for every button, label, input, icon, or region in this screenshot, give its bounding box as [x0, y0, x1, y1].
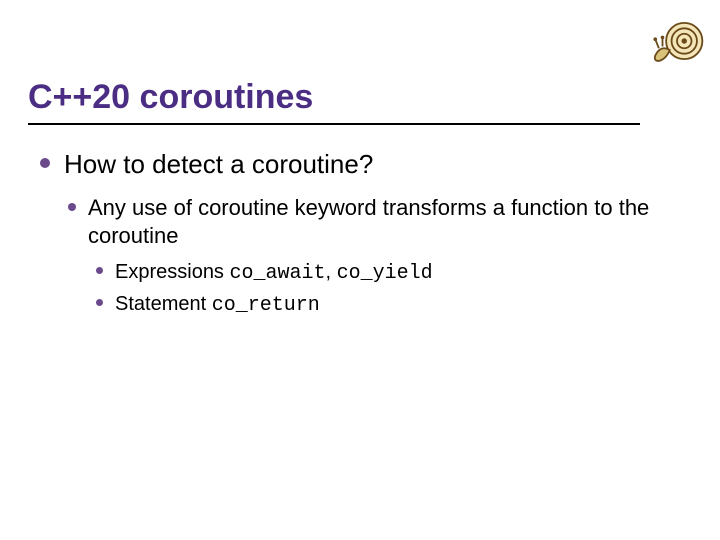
code-token: co_yield	[337, 262, 433, 285]
title-underline: C++20 coroutines	[28, 78, 640, 125]
text-prefix: Expressions	[115, 261, 230, 283]
list-item: Statement co_return	[96, 291, 680, 319]
slide: C++20 coroutines How to detect a corouti…	[0, 0, 720, 540]
snail-logo-icon	[648, 12, 706, 70]
bullet-text: Any use of coroutine keyword transforms …	[88, 194, 680, 251]
bullet-icon	[68, 203, 76, 211]
bullet-icon	[40, 158, 50, 168]
text-sep: ,	[326, 261, 337, 283]
bullet-text: Expressions co_await, co_yield	[115, 259, 680, 287]
list-item: Any use of coroutine keyword transforms …	[68, 194, 680, 319]
text-prefix: Statement	[115, 293, 212, 315]
code-token: co_return	[212, 294, 320, 317]
bullet-icon	[96, 299, 103, 306]
bullet-text: Statement co_return	[115, 291, 680, 319]
list-item: How to detect a coroutine? Any use of co…	[40, 148, 680, 319]
bullet-text: How to detect a coroutine?	[64, 148, 680, 182]
slide-content: How to detect a coroutine? Any use of co…	[40, 148, 680, 329]
code-token: co_await	[230, 262, 326, 285]
bullet-icon	[96, 267, 103, 274]
list-item: Expressions co_await, co_yield	[96, 259, 680, 287]
slide-title: C++20 coroutines	[28, 78, 640, 117]
